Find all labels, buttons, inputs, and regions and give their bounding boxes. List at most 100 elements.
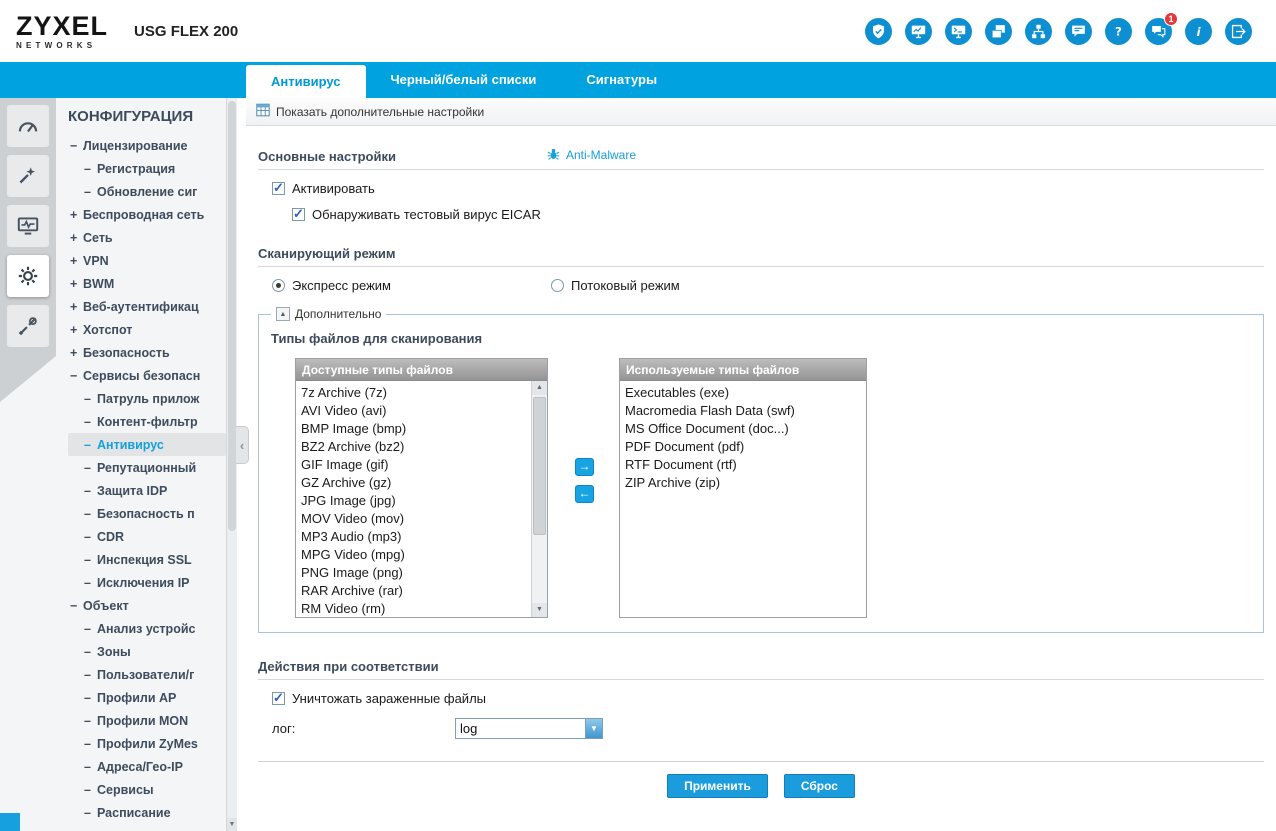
expand-indicator[interactable]: – bbox=[84, 691, 97, 705]
expand-indicator[interactable]: – bbox=[84, 162, 97, 176]
destroy-infected-checkbox[interactable] bbox=[272, 690, 285, 706]
sidebar-item-Лицензирование[interactable]: − Лицензирование bbox=[68, 134, 226, 157]
expand-indicator[interactable]: – bbox=[84, 737, 97, 751]
sidebar-item-Зоны[interactable]: – Зоны bbox=[68, 640, 226, 663]
tab-antivirus[interactable]: Антивирус bbox=[246, 65, 366, 98]
sidebar-item-Сервисы безопасн[interactable]: − Сервисы безопасн bbox=[68, 364, 226, 387]
expand-indicator[interactable]: + bbox=[70, 254, 83, 268]
sidebar-item-Инспекция SSL[interactable]: – Инспекция SSL bbox=[68, 548, 226, 571]
sidebar-item-Анализ устройс[interactable]: – Анализ устройс bbox=[68, 617, 226, 640]
sidebar-item-Исключения IP[interactable]: – Исключения IP bbox=[68, 571, 226, 594]
notifications-icon[interactable]: 1 bbox=[1145, 11, 1178, 45]
stream-mode-radio[interactable] bbox=[551, 279, 564, 292]
scroll-down-icon[interactable]: ▼ bbox=[532, 603, 547, 617]
expand-indicator[interactable]: – bbox=[84, 461, 97, 475]
reset-button[interactable]: Сброс bbox=[783, 774, 855, 798]
available-file-type-option[interactable]: MOV Video (mov) bbox=[301, 510, 529, 528]
windows-copy-icon[interactable] bbox=[985, 17, 1012, 45]
sidebar-scrollbar-thumb[interactable] bbox=[228, 101, 236, 531]
sidebar-item-Безопасность[interactable]: + Безопасность bbox=[68, 341, 226, 364]
expand-indicator[interactable]: – bbox=[84, 576, 97, 590]
sidebar-item-Объект[interactable]: − Объект bbox=[68, 594, 226, 617]
sidebar-item-Безопасность п[interactable]: – Безопасность п bbox=[68, 502, 226, 525]
used-file-type-option[interactable]: ZIP Archive (zip) bbox=[625, 474, 866, 492]
zyxel-logo[interactable]: ZYXEL NETWORKS bbox=[16, 12, 108, 50]
move-left-button[interactable]: ← bbox=[575, 485, 594, 503]
sidebar-item-Защита IDP[interactable]: – Защита IDP bbox=[68, 479, 226, 502]
expand-indicator[interactable]: − bbox=[70, 599, 83, 613]
expand-indicator[interactable]: – bbox=[84, 668, 97, 682]
expand-indicator[interactable]: – bbox=[84, 484, 97, 498]
expand-indicator[interactable]: – bbox=[84, 530, 97, 544]
sidebar-item-Профили ZyMes[interactable]: – Профили ZyMes bbox=[68, 732, 226, 755]
expand-indicator[interactable]: – bbox=[84, 783, 97, 797]
sidebar-item-Беспроводная сеть[interactable]: + Беспроводная сеть bbox=[68, 203, 226, 226]
expand-indicator[interactable]: + bbox=[70, 231, 83, 245]
available-list-scrollbar[interactable]: ▲ ▼ bbox=[531, 381, 547, 617]
chevron-down-icon[interactable]: ▼ bbox=[585, 719, 602, 738]
used-file-type-option[interactable]: PDF Document (pdf) bbox=[625, 438, 866, 456]
log-select[interactable]: log ▼ bbox=[455, 718, 603, 739]
sidebar-scrollbar[interactable]: ▼ bbox=[226, 98, 237, 831]
available-file-type-option[interactable]: PNG Image (png) bbox=[301, 564, 529, 582]
expand-indicator[interactable]: – bbox=[84, 507, 97, 521]
expand-indicator[interactable]: − bbox=[70, 369, 83, 383]
expand-indicator[interactable]: – bbox=[84, 438, 97, 452]
sidebar-item-Обновление сиг[interactable]: – Обновление сиг bbox=[68, 180, 226, 203]
advanced-settings-toggle[interactable]: Показать дополнительные настройки bbox=[246, 98, 1276, 126]
sidebar-collapse-handle[interactable]: ‹ bbox=[236, 426, 249, 464]
sitemap-icon[interactable] bbox=[1025, 17, 1052, 45]
sidebar-item-Сеть[interactable]: + Сеть bbox=[68, 226, 226, 249]
expand-indicator[interactable]: – bbox=[84, 645, 97, 659]
scroll-down-icon[interactable]: ▼ bbox=[227, 818, 237, 831]
collapse-section-icon[interactable]: ▲ bbox=[276, 307, 290, 321]
available-file-type-option[interactable]: 7z Archive (7z) bbox=[301, 384, 529, 402]
expand-indicator[interactable]: + bbox=[70, 323, 83, 337]
sidebar-item-Контент-фильтр[interactable]: – Контент-фильтр bbox=[68, 410, 226, 433]
scroll-up-icon[interactable]: ▲ bbox=[532, 381, 547, 395]
expand-indicator[interactable]: – bbox=[84, 185, 97, 199]
available-file-type-option[interactable]: RM Video (rm) bbox=[301, 600, 529, 617]
activate-checkbox[interactable] bbox=[272, 180, 285, 196]
securereporter-shield-icon[interactable] bbox=[865, 17, 892, 45]
expand-indicator[interactable]: – bbox=[84, 714, 97, 728]
sidebar-item-CDR[interactable]: – CDR bbox=[68, 525, 226, 548]
sidebar-item-Веб-аутентификац[interactable]: + Веб-аутентификац bbox=[68, 295, 226, 318]
tab-black-white-lists[interactable]: Черный/белый списки bbox=[366, 62, 562, 98]
available-file-type-option[interactable]: BZ2 Archive (bz2) bbox=[301, 438, 529, 456]
anti-malware-link[interactable]: Anti-Malware bbox=[546, 146, 636, 164]
used-file-type-option[interactable]: Executables (exe) bbox=[625, 384, 866, 402]
used-file-type-option[interactable]: MS Office Document (doc...) bbox=[625, 420, 866, 438]
eicar-checkbox[interactable] bbox=[292, 206, 305, 222]
rail-wizard-icon[interactable] bbox=[7, 155, 49, 197]
expand-indicator[interactable]: + bbox=[70, 300, 83, 314]
dashboard-monitor-icon[interactable] bbox=[905, 17, 932, 45]
tab-signatures[interactable]: Сигнатуры bbox=[561, 62, 682, 98]
rail-tools-icon[interactable] bbox=[7, 305, 49, 347]
expand-indicator[interactable]: − bbox=[70, 139, 83, 153]
available-file-type-option[interactable]: GIF Image (gif) bbox=[301, 456, 529, 474]
terminal-monitor-icon[interactable] bbox=[945, 17, 972, 45]
sidebar-item-BWM[interactable]: + BWM bbox=[68, 272, 226, 295]
sidebar-item-Антивирус[interactable]: – Антивирус bbox=[68, 433, 226, 456]
sidebar-item-Профили MON[interactable]: – Профили MON bbox=[68, 709, 226, 732]
rail-gear-icon[interactable] bbox=[7, 255, 49, 297]
available-file-type-option[interactable]: MPG Video (mpg) bbox=[301, 546, 529, 564]
help-icon[interactable]: ? bbox=[1105, 17, 1132, 45]
expand-indicator[interactable]: + bbox=[70, 208, 83, 222]
info-icon[interactable]: i bbox=[1185, 17, 1212, 45]
used-file-type-option[interactable]: Macromedia Flash Data (swf) bbox=[625, 402, 866, 420]
rail-gauge-icon[interactable] bbox=[7, 105, 49, 147]
available-file-type-option[interactable]: BMP Image (bmp) bbox=[301, 420, 529, 438]
sidebar-item-Сервисы[interactable]: – Сервисы bbox=[68, 778, 226, 801]
available-file-type-option[interactable]: MP3 Audio (mp3) bbox=[301, 528, 529, 546]
sidebar-bottom-button[interactable] bbox=[0, 813, 20, 831]
available-file-type-option[interactable]: JPG Image (jpg) bbox=[301, 492, 529, 510]
express-mode-radio[interactable] bbox=[272, 279, 285, 292]
available-list-scrollbar-thumb[interactable] bbox=[533, 397, 546, 535]
rail-monitor-activity-icon[interactable] bbox=[7, 205, 49, 247]
apply-button[interactable]: Применить bbox=[667, 774, 768, 798]
available-file-type-option[interactable]: GZ Archive (gz) bbox=[301, 474, 529, 492]
sidebar-item-Патруль прилож[interactable]: – Патруль прилож bbox=[68, 387, 226, 410]
expand-indicator[interactable]: – bbox=[84, 806, 97, 820]
